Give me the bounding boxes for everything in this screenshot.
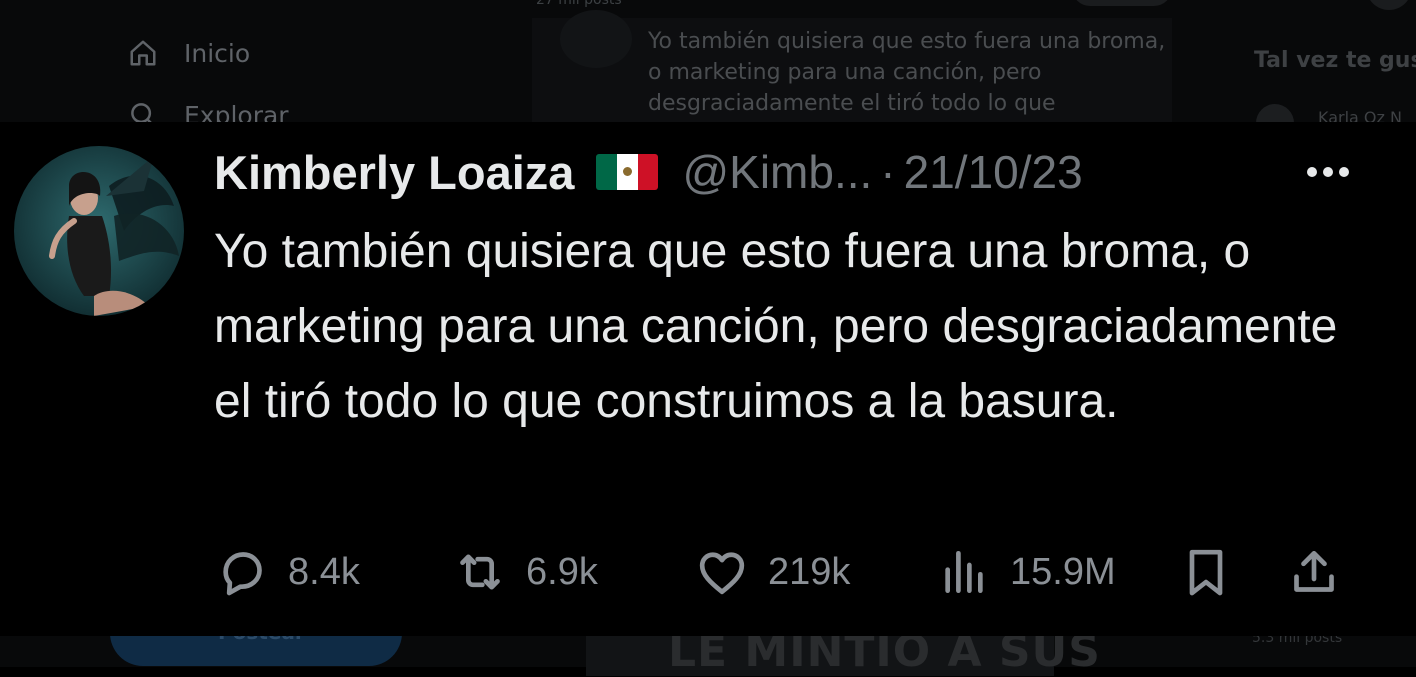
heart-icon — [699, 552, 745, 595]
reply-icon — [223, 552, 262, 596]
reply-count: 8.4k — [288, 550, 360, 593]
tweet-header: Kimberly Loaiza @Kimb... · 21/10/23 — [214, 140, 1083, 204]
post-count: 27 mil posts — [536, 0, 622, 8]
like-count: 219k — [768, 550, 851, 593]
author-name[interactable]: Kimberly Loaiza — [214, 145, 574, 200]
home-icon — [130, 40, 156, 66]
tweet-text: Yo también quisiera que esto fuera una b… — [214, 225, 1338, 428]
sidebar-item-home[interactable]: Inicio — [128, 38, 250, 68]
retweet-count: 6.9k — [526, 550, 598, 593]
retweet-icon — [460, 554, 500, 590]
bookmark-button[interactable] — [1178, 532, 1234, 612]
bookmark-icon — [1189, 549, 1223, 596]
views-button[interactable]: 15.9M — [936, 532, 1116, 612]
more-dot-icon — [1307, 167, 1317, 177]
like-button[interactable]: 219k — [694, 532, 850, 612]
sidebar-item-label: Inicio — [184, 38, 251, 68]
more-dot-icon — [1323, 167, 1333, 177]
tweet-card[interactable]: Kimberly Loaiza @Kimb... · 21/10/23 Yo t… — [0, 122, 1416, 636]
reply-button[interactable]: 8.4k — [214, 532, 360, 612]
author-handle[interactable]: @Kimb... — [682, 145, 872, 199]
profile-avatar-top[interactable] — [1366, 0, 1412, 10]
avatar-photo — [14, 146, 184, 316]
share-button[interactable] — [1286, 532, 1342, 612]
mexico-flag-icon — [596, 154, 659, 190]
separator-dot: · — [880, 146, 896, 198]
retweet-button[interactable]: 6.9k — [452, 532, 598, 612]
share-icon — [1294, 551, 1334, 592]
tweet-date[interactable]: 21/10/23 — [904, 145, 1083, 199]
background-avatar — [560, 10, 632, 68]
views-chart-icon — [945, 551, 983, 593]
more-dot-icon — [1339, 167, 1349, 177]
who-to-follow-heading: Tal vez te gus — [1254, 48, 1416, 73]
background-tweet-text: Yo también quisiera que esto fuera una b… — [648, 29, 1166, 116]
tweet-actions: 8.4k 6.9k 219k 15.9M — [0, 532, 1416, 612]
more-options-button[interactable] — [1290, 154, 1366, 190]
views-count: 15.9M — [1010, 550, 1116, 593]
follow-button[interactable] — [1072, 0, 1172, 6]
author-avatar[interactable] — [14, 146, 184, 316]
